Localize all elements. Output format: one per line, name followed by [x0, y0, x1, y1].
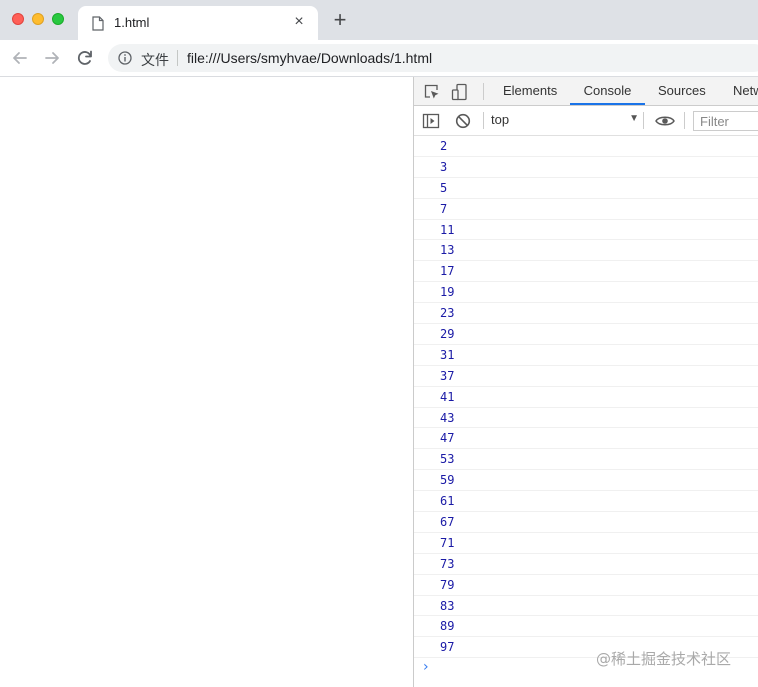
console-log-row: 67 [414, 512, 758, 533]
url-text[interactable]: file:///Users/smyhvae/Downloads/1.html [187, 50, 432, 66]
console-log-row: 59 [414, 470, 758, 492]
tab-sources[interactable]: Sources [658, 77, 706, 105]
console-log-row: 23 [414, 303, 758, 325]
browser-toolbar: 文件 file:///Users/smyhvae/Downloads/1.htm… [0, 40, 758, 77]
toolbar-divider [483, 83, 484, 100]
console-divider-3 [684, 112, 685, 129]
tab-close-icon[interactable]: × [290, 13, 308, 31]
sidebar-toggle-icon[interactable] [422, 112, 440, 130]
title-bar: 1.html × + [0, 0, 758, 40]
info-icon[interactable] [118, 51, 132, 65]
console-log-row: 73 [414, 554, 758, 575]
window-minimize-button[interactable] [32, 13, 44, 25]
console-log-row: 89 [414, 616, 758, 638]
reload-icon[interactable] [75, 48, 95, 68]
console-log-row: 41 [414, 387, 758, 408]
console-log-row: 31 [414, 345, 758, 366]
page-content [0, 77, 413, 687]
address-bar[interactable]: 文件 file:///Users/smyhvae/Downloads/1.htm… [108, 44, 758, 72]
filter-box [693, 111, 758, 131]
console-log-row: 3 [414, 157, 758, 178]
console-log-row: 53 [414, 449, 758, 471]
devtools-panel: Elements Console Sources Netw top ▼ 2357… [413, 77, 758, 687]
console-divider-2 [643, 112, 644, 129]
console-log-row: 5 [414, 178, 758, 199]
tab-console[interactable]: Console [570, 77, 645, 105]
console-log-row: 11 [414, 220, 758, 241]
console-toolbar: top ▼ [414, 106, 758, 136]
prompt-chevron-icon: › [423, 659, 429, 675]
dropdown-arrow-icon: ▼ [629, 113, 639, 124]
console-log-row: 83 [414, 596, 758, 617]
console-log-row: 2 [414, 136, 758, 157]
file-icon [92, 16, 104, 31]
site-info-label[interactable]: 文件 [141, 50, 169, 70]
tab-elements[interactable]: Elements [503, 77, 557, 105]
console-log-row: 37 [414, 366, 758, 387]
console-log-row: 13 [414, 240, 758, 262]
back-arrow-icon[interactable] [10, 48, 30, 68]
console-log-row: 47 [414, 428, 758, 450]
window-close-button[interactable] [12, 13, 24, 25]
new-tab-button[interactable]: + [330, 9, 350, 31]
console-log-row: 79 [414, 575, 758, 596]
tab-title: 1.html [114, 15, 150, 30]
filter-input[interactable] [698, 113, 758, 130]
console-log-row: 61 [414, 491, 758, 513]
tab-network[interactable]: Netw [733, 77, 758, 105]
inspect-element-icon[interactable] [423, 83, 441, 101]
browser-tab[interactable]: 1.html × [78, 6, 318, 40]
device-toggle-icon[interactable] [451, 83, 469, 101]
context-selector[interactable]: top ▼ [491, 112, 639, 130]
console-log-row: 17 [414, 261, 758, 283]
eye-icon[interactable] [654, 112, 676, 130]
console-log-row: 43 [414, 408, 758, 429]
watermark: @稀土掘金技术社区 [596, 650, 732, 668]
forward-arrow-icon[interactable] [42, 48, 62, 68]
console-log-row: 19 [414, 282, 758, 304]
address-separator [177, 50, 178, 66]
console-log-row: 7 [414, 199, 758, 220]
window-maximize-button[interactable] [52, 13, 64, 25]
console-log-row: 71 [414, 533, 758, 554]
console-log-row: 29 [414, 324, 758, 345]
context-selector-label: top [491, 112, 510, 127]
clear-console-icon[interactable] [454, 112, 472, 130]
devtools-tab-bar: Elements Console Sources Netw [414, 77, 758, 106]
console-log: 2 3 5 7 11 13 17 19 23 29 31 37 41 43 47 53 59 61 67 71 73 79… [414, 136, 758, 659]
console-divider [483, 112, 484, 129]
